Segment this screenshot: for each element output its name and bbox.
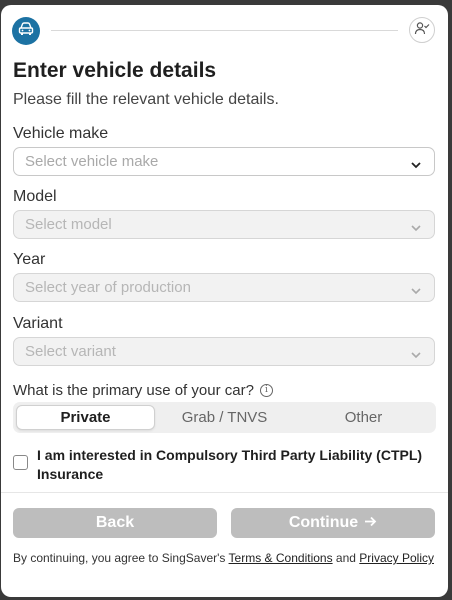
chevron-down-icon	[410, 283, 422, 295]
primary-use-question: What is the primary use of your car? i	[13, 382, 273, 399]
variant-label: Variant	[13, 315, 63, 332]
user-check-icon	[414, 21, 430, 40]
page-title: Enter vehicle details	[13, 59, 217, 82]
account-badge	[409, 17, 435, 43]
primary-use-label: What is the primary use of your car?	[13, 382, 254, 399]
info-icon[interactable]: i	[259, 384, 273, 397]
model-select[interactable]: Select model	[13, 210, 435, 239]
chevron-down-icon	[410, 220, 422, 232]
vehicle-make-placeholder: Select vehicle make	[25, 153, 159, 170]
vehicle-make-label: Vehicle make	[13, 125, 109, 142]
model-placeholder: Select model	[25, 216, 112, 233]
ctpl-label[interactable]: I am interested in Compulsory Third Part…	[37, 446, 437, 484]
legal-prefix: By continuing, you agree to SingSaver's	[13, 551, 229, 565]
arrow-right-icon	[364, 514, 377, 532]
vehicle-make-select[interactable]: Select vehicle make	[13, 147, 435, 176]
legal-and: and	[332, 551, 360, 565]
year-select[interactable]: Select year of production	[13, 273, 435, 302]
step-badge	[12, 17, 40, 45]
continue-button-label: Continue	[288, 514, 359, 531]
back-button[interactable]: Back	[13, 508, 217, 538]
progress-track	[51, 30, 398, 31]
chevron-down-icon	[410, 157, 422, 169]
primary-use-segmented-control: Private Grab / TNVS Other	[13, 402, 436, 433]
ctpl-checkbox[interactable]	[13, 455, 28, 470]
terms-link[interactable]: Terms & Conditions	[229, 551, 333, 565]
back-button-label: Back	[95, 514, 135, 531]
car-icon	[18, 21, 34, 41]
progress-header	[1, 5, 448, 55]
page-subtitle: Please fill the relevant vehicle details…	[13, 91, 279, 108]
model-label: Model	[13, 188, 57, 205]
use-option-private[interactable]: Private	[16, 405, 155, 430]
privacy-link[interactable]: Privacy Policy	[359, 551, 434, 565]
use-option-grab-tnvs[interactable]: Grab / TNVS	[155, 405, 294, 430]
vehicle-details-card: Enter vehicle details Please fill the re…	[1, 5, 448, 597]
legal-notice: By continuing, you agree to SingSaver's …	[13, 550, 438, 567]
chevron-down-icon	[410, 347, 422, 359]
year-placeholder: Select year of production	[25, 279, 191, 296]
year-label: Year	[13, 251, 46, 268]
use-option-other[interactable]: Other	[294, 405, 433, 430]
continue-button[interactable]: Continue	[231, 508, 435, 538]
variant-select[interactable]: Select variant	[13, 337, 435, 366]
variant-placeholder: Select variant	[25, 343, 116, 360]
footer-divider	[1, 492, 448, 493]
